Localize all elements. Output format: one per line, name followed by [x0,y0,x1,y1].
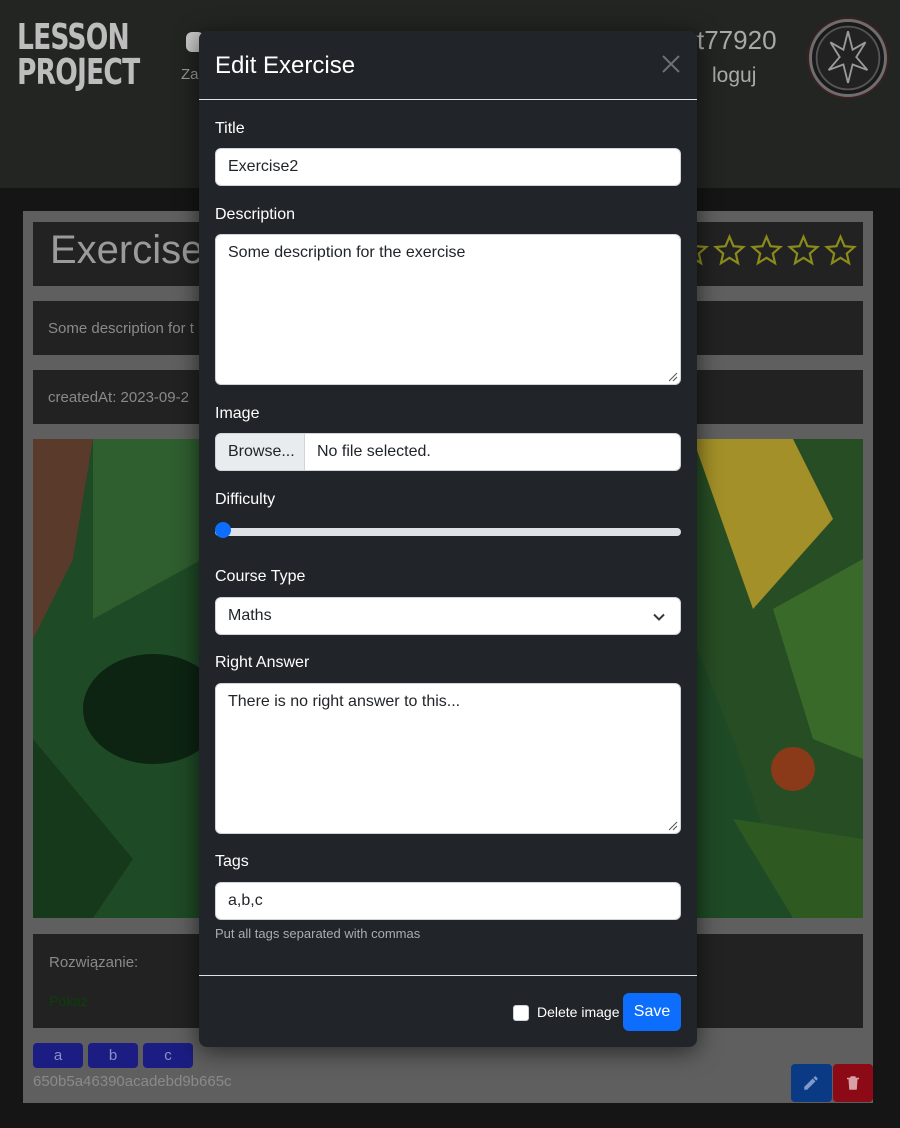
modal-footer: Delete image Save [199,975,697,1047]
username: yt77920 [684,25,777,55]
course-type-select[interactable]: Maths [215,597,681,635]
image-label: Image [215,405,260,422]
close-icon [662,55,680,73]
pencil-icon [804,1076,818,1090]
save-button[interactable]: Save [623,993,681,1031]
course-type-value: Maths [228,607,272,624]
edit-button[interactable] [791,1064,832,1102]
exercise-created-at: createdAt: 2023-09-2 [48,389,189,406]
exercise-description: Some description for t [48,320,194,337]
tags-label: Tags [215,853,249,870]
difficulty-label: Difficulty [215,491,276,508]
edit-exercise-modal: Edit Exercise Title Exercise2 Descriptio… [199,31,697,1047]
avatar[interactable] [809,19,887,97]
delete-image-checkbox[interactable] [513,1005,529,1021]
description-label: Description [215,206,296,223]
title-input[interactable]: Exercise2 [215,148,681,186]
file-status: No file selected. [317,443,431,460]
title-label: Title [215,120,245,137]
avatar-image [815,25,881,91]
difficulty-slider-thumb[interactable] [215,522,231,538]
browse-button[interactable]: Browse... [216,434,305,470]
logo-line-2: PROJECT [17,52,140,93]
chevron-down-icon [653,613,665,621]
solution-label: Rozwiązanie: [49,954,139,971]
tags-input[interactable]: a,b,c [215,882,681,920]
exercise-id: 650b5a46390acadebd9b665c [33,1073,232,1090]
site-logo[interactable]: LESSON PROJECT [17,17,140,93]
star-icon[interactable] [713,234,746,267]
difficulty-slider-track[interactable] [215,528,681,536]
star-icon[interactable] [787,234,820,267]
description-value: Some description for the exercise [228,244,466,261]
delete-button[interactable] [833,1064,873,1102]
show-solution-link[interactable]: Pokaż [49,993,88,1009]
star-icon[interactable] [750,234,783,267]
right-answer-textarea[interactable]: There is no right answer to this... [215,683,681,834]
right-answer-label: Right Answer [215,654,310,671]
logout-link[interactable]: loguj [712,64,756,88]
logo-line-1: LESSON [17,17,130,58]
resize-handle-icon[interactable] [666,370,678,382]
description-textarea[interactable]: Some description for the exercise [215,234,681,385]
right-answer-value: There is no right answer to this... [228,693,461,710]
delete-image-label[interactable]: Delete image [537,1004,620,1020]
modal-header: Edit Exercise [199,31,697,100]
rating-stars[interactable] [676,234,857,267]
nav-item-label[interactable]: Za [181,66,199,83]
tag-badge[interactable]: a [33,1043,83,1068]
star-icon[interactable] [824,234,857,267]
modal-title: Edit Exercise [215,52,356,79]
close-button[interactable] [660,53,682,75]
tag-badge[interactable]: c [143,1043,193,1068]
resize-handle-icon[interactable] [666,819,678,831]
trash-icon [847,1076,859,1090]
course-type-label: Course Type [215,568,306,585]
tags-help-text: Put all tags separated with commas [215,926,421,941]
image-file-input[interactable]: Browse... No file selected. [215,433,681,471]
tag-list: a b c [33,1043,193,1068]
exercise-title: Exercise [50,228,204,272]
tag-badge[interactable]: b [88,1043,138,1068]
